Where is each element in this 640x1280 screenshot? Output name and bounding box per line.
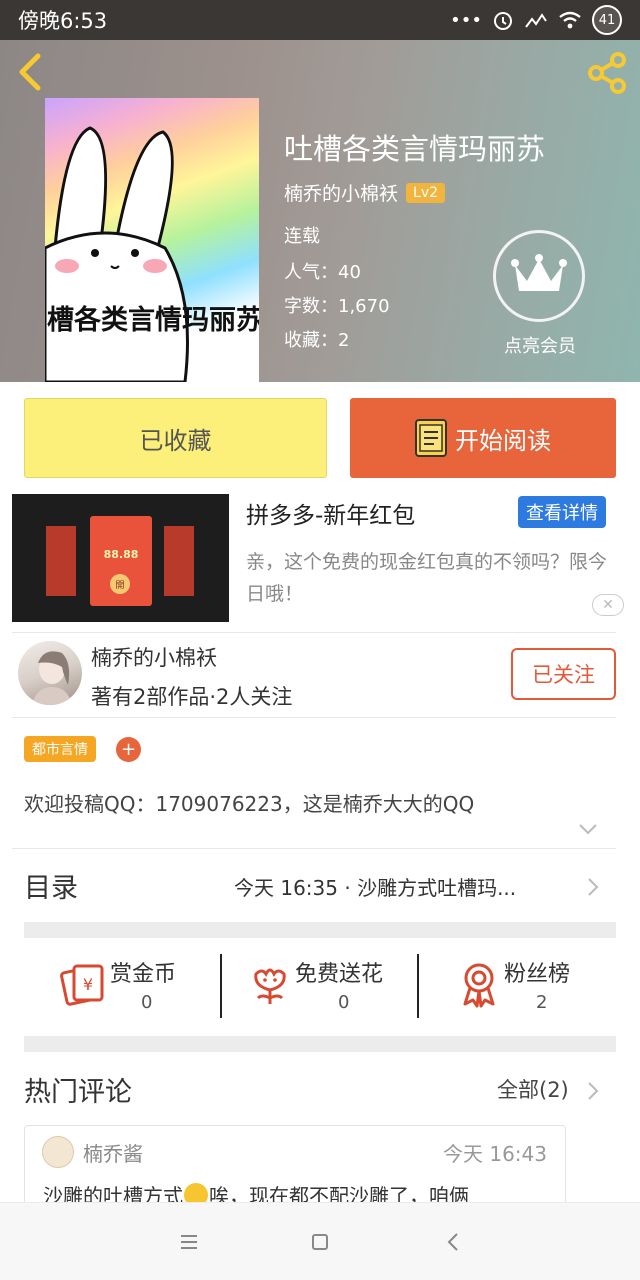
hd-signal-icon xyxy=(525,13,547,28)
back-button[interactable] xyxy=(12,52,52,92)
author-avatar[interactable] xyxy=(18,641,82,705)
divider xyxy=(12,717,616,718)
ad-amount: 88.88 xyxy=(103,548,139,561)
battery-indicator: 41 xyxy=(592,5,622,35)
follow-button[interactable]: 已关注 xyxy=(511,648,616,700)
home-square-icon[interactable] xyxy=(307,1229,333,1255)
avatar-portrait xyxy=(32,651,72,705)
author-line: 楠乔的小棉袄 Lv2 xyxy=(284,179,446,206)
serial-status: 连载 xyxy=(284,226,320,247)
ad-close-button[interactable]: ✕ xyxy=(592,594,624,616)
book-header: 槽各类言情玛丽苏 吐槽各类言情玛丽苏 楠乔的小棉袄 Lv2 连载 人气：40 字… xyxy=(0,40,640,382)
genre-tag[interactable]: 都市言情 xyxy=(24,736,96,762)
collected-button[interactable]: 已收藏 xyxy=(24,398,327,478)
back-nav-icon[interactable] xyxy=(441,1229,467,1255)
book-cover[interactable]: 槽各类言情玛丽苏 xyxy=(45,98,259,382)
book-intro: 欢迎投稿QQ：1709076223，这是楠乔大大的QQ xyxy=(24,792,475,816)
ad-title[interactable]: 拼多多-新年红包 xyxy=(246,496,415,530)
svg-text:¥: ¥ xyxy=(83,975,93,994)
expand-chevron-icon[interactable] xyxy=(578,822,598,836)
author-name[interactable]: 楠乔的小棉袄 xyxy=(91,642,217,672)
status-bar: 傍晚6:53 ••• 41 xyxy=(0,0,640,40)
gift-coins-count: 0 xyxy=(141,992,153,1013)
back-arrow-icon xyxy=(19,53,41,91)
wifi-icon xyxy=(559,11,581,29)
all-comments-link[interactable]: 全部(2) xyxy=(497,1074,569,1104)
chevron-right-icon[interactable] xyxy=(586,1080,600,1102)
free-flower-button[interactable]: 免费送花 0 xyxy=(246,952,406,1022)
cover-title-text: 槽各类言情玛丽苏 xyxy=(47,305,259,336)
divider xyxy=(220,954,222,1018)
word-count: 字数：1,670 xyxy=(284,296,390,317)
author-stats: 著有2部作品·2人关注 xyxy=(91,685,293,709)
ad-description: 亲，这个免费的现金红包真的不领吗？限今日哦！ xyxy=(246,551,608,605)
red-envelope-icon: ¥ xyxy=(60,964,104,1006)
status-time: 傍晚6:53 xyxy=(18,9,108,33)
favorites-count: 收藏：2 xyxy=(284,330,350,351)
divider xyxy=(12,848,616,849)
ribbon-badge-icon xyxy=(463,963,495,1008)
divider xyxy=(12,632,616,633)
start-reading-label: 开始阅读 xyxy=(455,426,551,455)
bunny-illustration xyxy=(45,126,189,382)
section-separator xyxy=(24,1036,616,1052)
commenter-avatar[interactable] xyxy=(42,1136,74,1168)
hot-comments-title: 热门评论 xyxy=(24,1077,132,1108)
toc-latest-chapter[interactable]: 今天 16:35 · 沙雕方式吐槽玛... xyxy=(234,872,516,901)
add-tag-button[interactable]: + xyxy=(116,737,141,762)
free-flower-count: 0 xyxy=(338,992,350,1013)
status-icons: ••• 41 xyxy=(450,5,622,35)
gift-coins-button[interactable]: ¥ 赏金币 0 xyxy=(60,952,200,1022)
level-badge: Lv2 xyxy=(406,182,446,203)
system-nav-bar xyxy=(0,1202,640,1280)
free-flower-label: 免费送花 xyxy=(295,962,384,987)
gift-coins-label: 赏金币 xyxy=(110,962,177,987)
ad-card-right xyxy=(164,526,194,596)
book-title: 吐槽各类言情玛丽苏 xyxy=(284,132,546,166)
commenter-name[interactable]: 楠乔酱 xyxy=(83,1138,143,1167)
book-icon xyxy=(415,419,447,457)
header-author-name[interactable]: 楠乔的小棉袄 xyxy=(284,179,398,206)
more-dots-icon: ••• xyxy=(450,9,482,31)
divider xyxy=(417,954,419,1018)
ad-image[interactable]: 88.88 開 xyxy=(12,494,229,622)
fan-ranking-button[interactable]: 粉丝榜 2 xyxy=(455,952,595,1022)
start-reading-button[interactable]: 开始阅读 xyxy=(350,398,616,478)
popularity-count: 人气：40 xyxy=(284,262,361,283)
section-separator xyxy=(24,922,616,938)
share-button[interactable] xyxy=(584,50,630,96)
flower-icon xyxy=(254,968,286,1004)
alarm-icon xyxy=(494,12,512,30)
vip-button[interactable] xyxy=(493,230,585,322)
ad-detail-button[interactable]: 查看详情 xyxy=(518,496,606,528)
ad-card-left xyxy=(46,526,76,596)
toc-label[interactable]: 目录 xyxy=(24,866,78,905)
vip-label[interactable]: 点亮会员 xyxy=(490,332,590,358)
chevron-right-icon[interactable] xyxy=(586,876,600,898)
share-icon xyxy=(588,52,626,94)
crown-icon xyxy=(511,254,567,291)
menu-icon[interactable] xyxy=(176,1229,202,1255)
comment-time: 今天 16:43 xyxy=(443,1142,547,1166)
close-icon: ✕ xyxy=(602,597,614,613)
fan-ranking-label: 粉丝榜 xyxy=(504,962,571,987)
fan-ranking-count: 2 xyxy=(536,992,548,1013)
collected-label: 已收藏 xyxy=(139,426,212,455)
ad-open-badge: 開 xyxy=(110,574,130,594)
